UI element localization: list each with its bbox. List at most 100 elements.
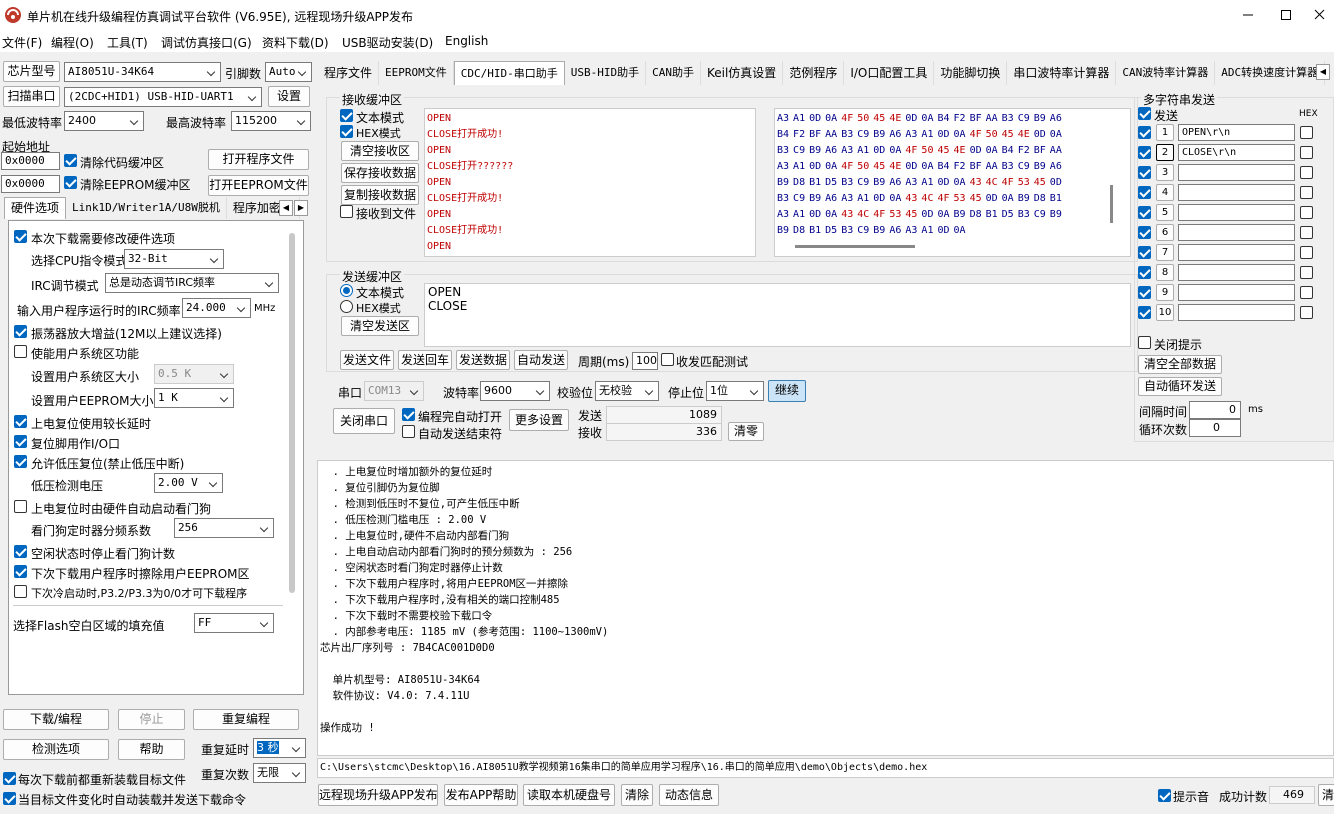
pin-select[interactable]: Auto [265,62,312,82]
tab-usb-hid[interactable]: USB-HID助手 [565,61,647,85]
multi-row-send-button[interactable]: 8 [1156,264,1174,281]
multi-row-hex-checkbox[interactable] [1300,186,1313,199]
max-baud-select[interactable]: 115200 [231,111,311,131]
open-eeprom-button[interactable]: 打开EEPROM文件 [208,175,309,196]
multi-row-input[interactable] [1178,264,1295,281]
period-input[interactable]: 100 [632,352,658,370]
tab-can-baud-calc[interactable]: CAN波特率计算器 [1116,61,1216,85]
irc-freq-select[interactable]: 24.000 [182,298,251,318]
right-tab-scroll-icon[interactable]: ◀ [1316,64,1330,80]
clear-send-button[interactable]: 清空发送区 [341,316,419,336]
send-file-button[interactable]: 发送文件 [340,350,394,370]
multi-row-input[interactable] [1178,204,1295,221]
menu-english[interactable]: English [445,34,488,48]
tab-offline[interactable]: Link1D/Writer1A/U8W脱机 [66,197,227,219]
multi-row-send-button[interactable]: 10 [1156,304,1174,321]
osc-gain-checkbox[interactable] [14,325,27,338]
idle-wdt-checkbox[interactable] [14,545,27,558]
help-button[interactable]: 帮助 [118,739,185,760]
cold-start-checkbox[interactable] [14,585,27,598]
publish-help-button[interactable]: 发布APP帮助 [444,784,518,806]
multi-row-input[interactable] [1178,184,1295,201]
match-test-checkbox[interactable] [661,353,674,366]
tab-hardware[interactable]: 硬件选项 [4,197,67,219]
menu-tools[interactable]: 工具(T) [107,34,148,51]
stop-button[interactable]: 停止 [118,709,185,730]
close-tip-checkbox[interactable] [1138,336,1151,349]
modify-hw-checkbox[interactable] [14,230,27,243]
tab-can[interactable]: CAN助手 [646,61,701,85]
send-enter-button[interactable]: 发送回车 [398,350,452,370]
tab-serial-assistant[interactable]: CDC/HID-串口助手 [453,61,565,85]
multi-row-checkbox[interactable] [1138,206,1151,219]
clear-receive-button[interactable]: 清空接收区 [341,141,419,161]
open-program-button[interactable]: 打开程序文件 [208,149,309,170]
tab-scroll-right-icon[interactable]: ▶ [294,200,308,216]
recv-to-file-checkbox[interactable] [340,205,353,218]
hex-hscrollbar[interactable] [795,245,915,248]
dynamic-info-button[interactable]: 动态信息 [659,784,719,806]
multi-row-input[interactable] [1178,244,1295,261]
read-disk-button[interactable]: 读取本机硬盘号 [523,784,615,806]
re-program-button[interactable]: 重复编程 [193,709,299,730]
send-text-area[interactable]: OPEN CLOSE [424,283,1131,347]
auto-reload-checkbox[interactable] [3,792,16,805]
multi-row-send-button[interactable]: 3 [1156,164,1174,181]
tab-pin-switch[interactable]: 功能脚切换 [934,61,1008,85]
multi-row-checkbox[interactable] [1138,306,1151,319]
multi-row-checkbox[interactable] [1138,126,1151,139]
multi-row-send-button[interactable]: 4 [1156,184,1174,201]
clear-success-button[interactable]: 清零 [1318,784,1334,806]
receive-text-area[interactable]: OPEN CLOSE打开成功! OPEN CLOSE打开?????? OPEN CLOSE… [424,108,756,257]
tab-eeprom-file[interactable]: EEPROM文件 [379,61,454,85]
reset-io-checkbox[interactable] [14,435,27,448]
download-button[interactable]: 下载/编程 [3,709,109,730]
tab-scroll-left-icon[interactable]: ◀ [279,200,293,216]
menu-file[interactable]: 文件(F) [2,34,42,51]
send-hex-mode-radio[interactable] [340,300,353,313]
minimize-icon[interactable] [1238,6,1258,24]
auto-loop-button[interactable]: 自动循环发送 [1138,377,1222,396]
maximize-icon[interactable] [1276,6,1296,24]
tab-baud-calc[interactable]: 串口波特率计算器 [1007,61,1117,85]
multi-row-send-button[interactable]: 1 [1156,124,1174,141]
recv-text-mode-checkbox[interactable] [340,109,353,122]
menu-debug[interactable]: 调试仿真接口(G) [161,34,252,51]
copy-receive-button[interactable]: 复制接收数据 [341,185,419,205]
eeprom-size-select[interactable]: 1 K [154,388,234,408]
multi-row-hex-checkbox[interactable] [1300,246,1313,259]
multi-row-send-button[interactable]: 2 [1156,144,1174,161]
clear-all-button[interactable]: 清空全部数据 [1138,355,1222,374]
multi-row-hex-checkbox[interactable] [1300,306,1313,319]
multi-row-send-button[interactable]: 5 [1156,204,1174,221]
send-text-mode-radio[interactable] [340,284,353,297]
multi-row-checkbox[interactable] [1138,166,1151,179]
lvd-reset-checkbox[interactable] [14,455,27,468]
multi-row-hex-checkbox[interactable] [1300,206,1313,219]
parity-select[interactable]: 无校验 [595,381,659,401]
flash-fill-select[interactable]: FF [194,613,274,633]
clear-eeprom-checkbox[interactable] [64,176,77,189]
tab-adc-calc[interactable]: ADC转换速度计算器 [1215,61,1326,85]
recv-hex-mode-checkbox[interactable] [340,125,353,138]
menu-program[interactable]: 编程(O) [51,34,94,51]
repeat-count-select[interactable]: 无限 [253,763,306,783]
min-baud-select[interactable]: 2400 [64,111,144,131]
port-select[interactable]: (2CDC+HID1) USB-HID-UART1 [64,87,262,107]
tab-keil[interactable]: Keil仿真设置 [701,61,784,85]
hex-vscrollbar[interactable] [1110,185,1113,223]
port-select-serial[interactable]: COM13 [364,381,424,401]
baud-select[interactable]: 9600 [480,381,550,401]
multi-row-hex-checkbox[interactable] [1300,126,1313,139]
auto-end-checkbox[interactable] [402,425,415,438]
receive-hex-area[interactable]: A3 A1 0D 0A 4F 50 45 4E 0D 0A B4 F2 BF AA B3 C9 B9 A6 B4 F2… [774,108,1131,257]
tab-program-file[interactable]: 程序文件 [318,61,380,85]
more-settings-button[interactable]: 更多设置 [509,409,569,431]
close-port-button[interactable]: 关闭串口 [333,408,395,434]
clear-count-button[interactable]: 清零 [728,422,764,441]
reload-each-checkbox[interactable] [3,772,16,785]
chip-model-button[interactable]: 芯片型号 [3,61,60,82]
multi-row-checkbox[interactable] [1138,186,1151,199]
sys-size-select[interactable]: 0.5 K [154,364,234,384]
tab-io-config[interactable]: I/O口配置工具 [844,61,935,85]
